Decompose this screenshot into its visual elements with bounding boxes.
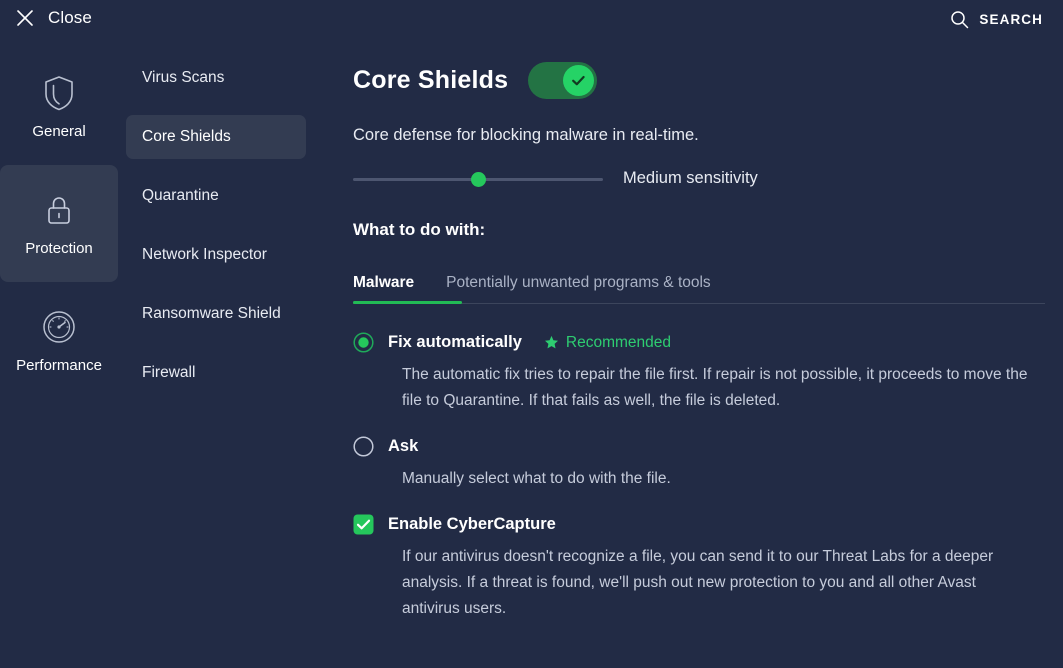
subnav-item-quarantine-label: Quarantine	[142, 187, 219, 204]
subnav-item-firewall-label: Firewall	[142, 364, 196, 381]
rail-item-protection[interactable]: Protection	[0, 165, 118, 282]
subnav-item-virus-scans-label: Virus Scans	[142, 69, 225, 86]
subnav-item-core-shields[interactable]: Core Shields	[126, 115, 306, 159]
page-title: Core Shields	[353, 65, 509, 94]
action-options-group: Fix automatically Recommended The automa…	[353, 332, 1053, 622]
primary-navigation-rail: General Protection Performance	[0, 48, 118, 399]
subnav-item-core-shields-label: Core Shields	[142, 128, 231, 145]
secondary-navigation: Virus Scans Core Shields Quarantine Netw…	[126, 56, 306, 410]
recommended-label: Recommended	[565, 333, 671, 351]
top-bar: Close SEARCH	[0, 0, 1063, 40]
rail-item-performance-label: Performance	[16, 357, 102, 374]
close-button[interactable]: Close	[8, 4, 100, 32]
option-enable-cybercapture: Enable CyberCapture If our antivirus doe…	[353, 514, 1053, 622]
option-fix-automatically: Fix automatically Recommended The automa…	[353, 332, 1053, 414]
sensitivity-slider-row: Medium sensitivity	[353, 169, 1053, 188]
subnav-item-firewall[interactable]: Firewall	[126, 351, 306, 395]
tab-bar: Malware Potentially unwanted programs & …	[353, 264, 1053, 304]
tab-strip: Malware Potentially unwanted programs & …	[353, 264, 1053, 298]
rail-item-general-label: General	[32, 123, 86, 140]
title-row: Core Shields	[353, 56, 1053, 104]
subnav-item-ransomware-shield-label: Ransomware Shield	[142, 305, 281, 322]
option-ask-description: Manually select what to do with the file…	[402, 470, 671, 487]
subnav-item-network-inspector-label: Network Inspector	[142, 246, 267, 263]
page-subtitle: Core defense for blocking malware in rea…	[353, 126, 699, 144]
subnav-item-quarantine[interactable]: Quarantine	[126, 174, 306, 218]
tab-malware-label: Malware	[353, 274, 415, 291]
checkbox-checked-icon[interactable]	[353, 514, 374, 535]
lock-icon	[48, 197, 70, 224]
tab-potentially-unwanted-programs-label: Potentially unwanted programs & tools	[446, 274, 711, 291]
search-button[interactable]: SEARCH	[950, 10, 1043, 29]
core-shields-toggle[interactable]	[528, 61, 598, 99]
tab-active-underline	[353, 301, 462, 304]
radio-unselected-icon[interactable]	[353, 436, 374, 457]
star-icon	[544, 335, 558, 349]
sensitivity-slider[interactable]	[353, 170, 603, 188]
tab-potentially-unwanted-programs[interactable]: Potentially unwanted programs & tools	[446, 274, 711, 298]
option-enable-cybercapture-description: If our antivirus doesn't recognize a fil…	[402, 548, 994, 617]
option-ask-head[interactable]: Ask	[353, 436, 1053, 457]
radio-selected-icon[interactable]	[353, 332, 374, 353]
option-ask-label: Ask	[388, 437, 419, 455]
tab-malware[interactable]: Malware	[353, 274, 414, 298]
option-enable-cybercapture-label: Enable CyberCapture	[388, 515, 556, 533]
option-fix-automatically-label: Fix automatically	[388, 333, 522, 351]
subnav-item-virus-scans[interactable]: Virus Scans	[126, 56, 306, 100]
slider-thumb[interactable]	[471, 171, 486, 187]
subnav-item-ransomware-shield[interactable]: Ransomware Shield	[126, 292, 306, 336]
recommended-badge: Recommended	[544, 334, 671, 352]
avast-settings-window: Close SEARCH General Protection Performa…	[0, 0, 1063, 668]
close-label: Close	[48, 8, 92, 27]
section-heading: What to do with:	[353, 220, 486, 239]
rail-item-performance[interactable]: Performance	[0, 282, 118, 399]
rail-item-general[interactable]: General	[0, 48, 118, 165]
rail-item-protection-label: Protection	[25, 240, 93, 257]
subnav-item-network-inspector[interactable]: Network Inspector	[126, 233, 306, 277]
gauge-icon	[43, 311, 75, 343]
sensitivity-value-label: Medium sensitivity	[623, 169, 758, 187]
search-magnifier-icon	[951, 11, 969, 29]
shield-icon	[45, 76, 73, 111]
check-icon	[572, 75, 585, 85]
close-x-icon	[17, 10, 33, 26]
main-content-panel: Core Shields Core defense for blocking m…	[353, 56, 1053, 644]
toggle-knob	[563, 64, 595, 96]
option-enable-cybercapture-head[interactable]: Enable CyberCapture	[353, 514, 1053, 535]
option-ask: Ask Manually select what to do with the …	[353, 436, 1053, 492]
search-label: SEARCH	[979, 12, 1043, 27]
option-fix-automatically-head[interactable]: Fix automatically Recommended	[353, 332, 1053, 353]
option-fix-automatically-description: The automatic fix tries to repair the fi…	[402, 366, 1028, 409]
